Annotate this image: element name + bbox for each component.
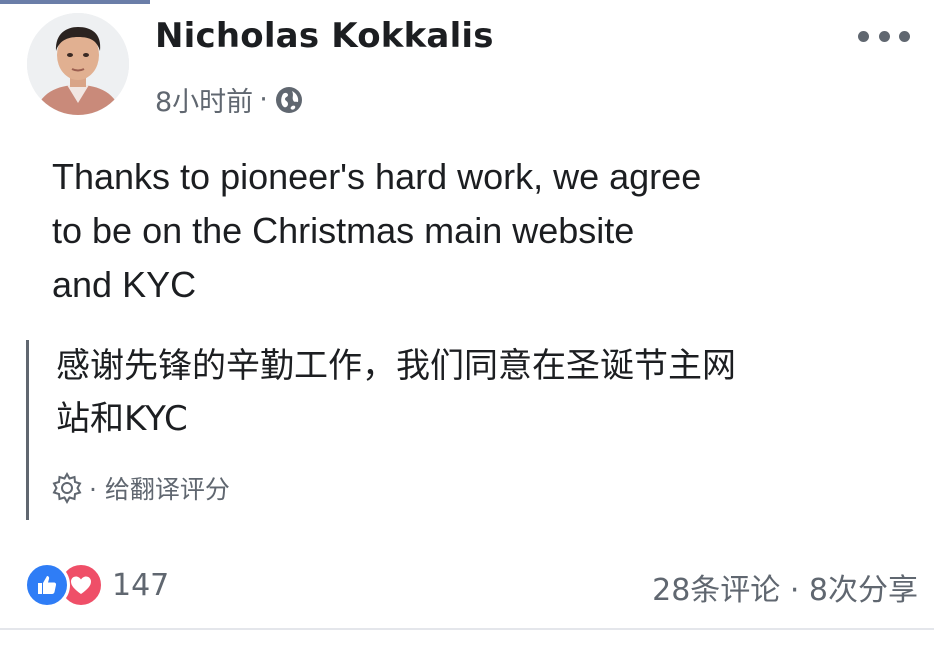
rate-translation-button[interactable]: · 给翻译评分 — [49, 470, 230, 506]
thumbs-up-glyph — [38, 576, 57, 594]
reaction-count: 147 — [112, 567, 170, 603]
post-text-line: to be on the Christmas main website — [52, 210, 635, 251]
translation-block: 感谢先锋的辛勤工作，我们同意在圣诞节主网 站和KYC · 给翻译评分 — [26, 340, 909, 520]
post-meta: 8小时前 · — [155, 80, 304, 119]
comments-shares-summary[interactable]: 28条评论 · 8次分享 — [652, 565, 918, 609]
more-dot — [858, 30, 869, 42]
globe-icon[interactable] — [274, 85, 304, 115]
translation-text-line: 站和KYC — [56, 399, 188, 439]
more-dot — [899, 30, 910, 42]
meta-separator: · — [259, 84, 268, 115]
post-text-line: Thanks to pioneer's hard work, we agree — [52, 156, 702, 197]
translation-text-line: 感谢先锋的辛勤工作，我们同意在圣诞节主网 — [56, 346, 736, 386]
more-options-icon[interactable] — [858, 26, 910, 46]
divider — [0, 628, 934, 630]
avatar-image — [27, 13, 129, 115]
translation-text: 感谢先锋的辛勤工作，我们同意在圣诞节主网 站和KYC — [56, 340, 906, 446]
reactions-summary[interactable]: 147 — [24, 562, 169, 608]
post-time[interactable]: 8小时前 — [155, 80, 253, 119]
post-text: Thanks to pioneer's hard work, we agree … — [52, 150, 872, 312]
top-accent-line — [0, 0, 150, 4]
gear-icon — [52, 471, 82, 505]
author-name[interactable]: Nicholas Kokkalis — [155, 16, 494, 56]
post-text-line: and KYC — [52, 264, 197, 305]
heart-glyph — [71, 576, 91, 594]
avatar[interactable] — [27, 13, 129, 115]
like-icon — [24, 562, 70, 608]
more-dot — [878, 30, 890, 42]
rate-translation-label: · 给翻译评分 — [89, 475, 230, 504]
